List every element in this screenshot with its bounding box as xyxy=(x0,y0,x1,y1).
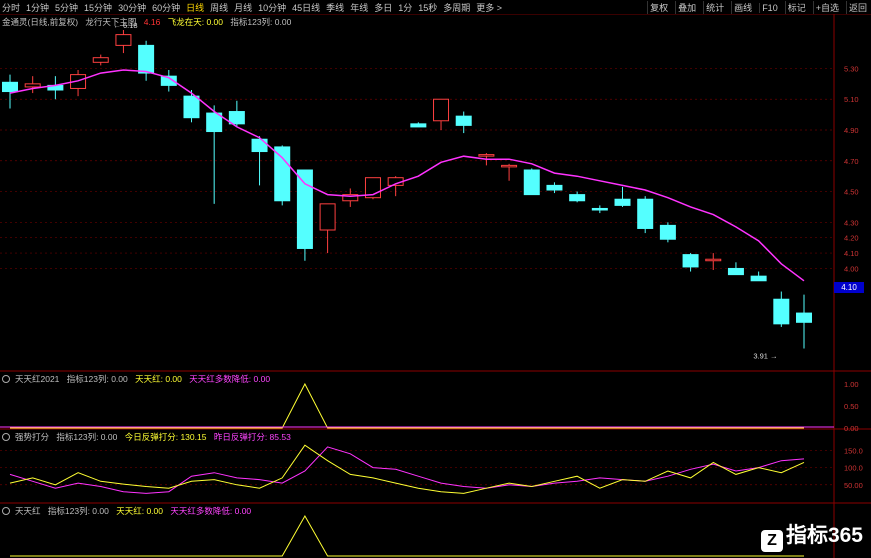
candle-down xyxy=(455,115,472,126)
moving-average-line xyxy=(9,69,805,282)
candle-down xyxy=(523,169,540,196)
panel1-axis-label: 1.00 xyxy=(844,380,859,389)
candle-down xyxy=(796,312,812,323)
candle-down xyxy=(637,198,654,229)
candle-down xyxy=(546,184,563,191)
panel2-axis-label: 150.0 xyxy=(844,446,863,455)
candle-up xyxy=(478,154,495,157)
panel2-magenta-line xyxy=(9,446,805,494)
price-axis-label: 4.50 xyxy=(844,188,859,197)
price-axis-label: 4.10 xyxy=(844,249,859,258)
price-axis-label: 5.10 xyxy=(844,95,859,104)
price-axis-label: 4.20 xyxy=(844,234,859,243)
panel1-axis-label: 0.00 xyxy=(844,424,859,433)
price-axis-label: 4.30 xyxy=(844,218,859,227)
candle-down xyxy=(682,254,699,268)
candle-down xyxy=(251,138,268,153)
price-axis-label: 4.90 xyxy=(844,126,859,135)
panel1-axis-label: 0.50 xyxy=(844,402,859,411)
candle-down xyxy=(183,95,200,119)
logo-icon: Z xyxy=(760,530,783,552)
candle-down xyxy=(410,123,427,128)
candle-down xyxy=(591,207,608,211)
candle-down xyxy=(138,44,155,74)
price-axis-label: 5.30 xyxy=(844,64,859,73)
panel2-axis-label: 100.0 xyxy=(844,464,863,473)
candle-up xyxy=(705,258,722,262)
candle-down xyxy=(569,194,586,202)
candle-up xyxy=(319,203,336,231)
price-axis-label: 4.70 xyxy=(844,157,859,166)
candle-down xyxy=(773,298,790,325)
candle-down xyxy=(750,275,767,282)
panel1-line xyxy=(10,382,804,429)
watermark-logo: Z 指标365 xyxy=(760,519,863,552)
candle-up xyxy=(115,34,132,46)
candle-up xyxy=(24,83,41,88)
high-annotation: ← 6.18 xyxy=(113,21,137,30)
candle-down xyxy=(659,224,676,240)
candle-up xyxy=(501,164,518,168)
candle-down xyxy=(296,169,313,249)
candle-down xyxy=(2,81,18,93)
panel2-yellow-line xyxy=(9,444,805,494)
candle-up xyxy=(433,98,450,122)
candle-down xyxy=(274,146,291,202)
price-axis-label: 4.00 xyxy=(844,264,859,273)
candle-down xyxy=(614,198,631,206)
watermark-text: 指标365 xyxy=(785,524,863,547)
panel2-axis-label: 50.00 xyxy=(844,481,863,490)
candle-down xyxy=(727,267,744,276)
panel3-line xyxy=(10,514,804,557)
chart-canvas[interactable]: 5.30 5.10 4.90 4.70 4.50 4.30 4.20 4.10 4.00 ← 6.… xyxy=(0,0,871,558)
current-price-tag: 4.10 xyxy=(834,282,864,293)
candle-down xyxy=(228,111,245,125)
candle-up xyxy=(92,57,109,63)
low-annotation: 3.91 → xyxy=(753,351,777,360)
